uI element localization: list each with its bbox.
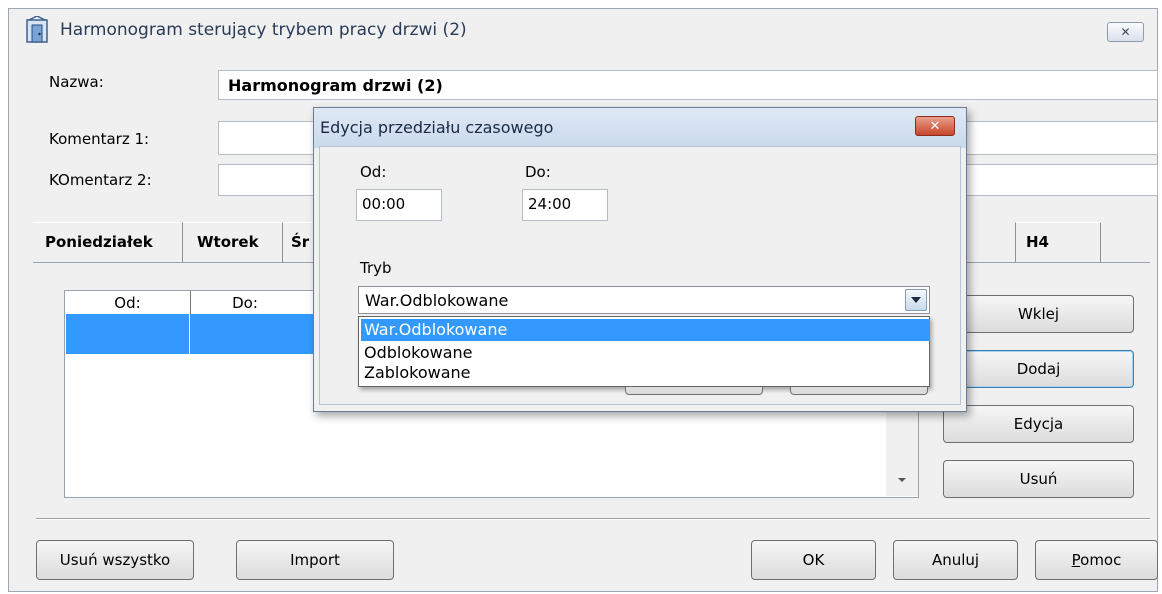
cancel-button[interactable]: Anuluj: [893, 540, 1018, 580]
dialog-from-label: Od:: [360, 163, 387, 181]
dialog-close-button[interactable]: ✕: [915, 116, 955, 136]
row-column-divider: [189, 314, 190, 354]
ok-button[interactable]: OK: [751, 540, 876, 580]
window-title: Harmonogram sterujący trybem pracy drzwi…: [60, 20, 467, 40]
edit-button[interactable]: Edycja: [943, 405, 1134, 443]
dialog-mode-label: Tryb: [360, 259, 392, 277]
delete-all-button[interactable]: Usuń wszystko: [36, 540, 194, 580]
dialog-from-field[interactable]: 00:00: [356, 189, 442, 221]
dialog-to-label: Do:: [525, 163, 551, 181]
door-app-icon: [24, 15, 52, 44]
name-field[interactable]: Harmonogram drzwi (2): [218, 70, 1158, 100]
mode-dropdown-list[interactable]: War.Odblokowane Odblokowane Zablokowane: [358, 316, 930, 387]
dropdown-option-odblokowane[interactable]: Odblokowane: [361, 342, 473, 364]
dialog-title: Edycja przedziału czasowego: [320, 118, 554, 137]
dialog-ok-button[interactable]: [625, 387, 763, 395]
help-mnemonic: P: [1071, 551, 1081, 569]
import-button[interactable]: Import: [236, 540, 394, 580]
bottom-separator: [36, 518, 1150, 520]
help-label-rest: omoc: [1080, 551, 1122, 569]
paste-button[interactable]: Wklej: [943, 295, 1134, 333]
add-button[interactable]: Dodaj: [943, 350, 1134, 388]
window-close-button[interactable]: ✕: [1107, 22, 1144, 42]
mode-combobox-value: War.Odblokowane: [365, 291, 509, 310]
name-label: Nazwa:: [49, 73, 104, 91]
dialog-cancel-button[interactable]: [790, 387, 928, 395]
tab-h4-label: H4: [1015, 222, 1101, 262]
column-header-od[interactable]: Od:: [65, 291, 191, 315]
tab-sroda-label: Śr: [283, 222, 313, 262]
scroll-down-arrow-icon[interactable]: [896, 476, 908, 484]
chevron-down-icon: [911, 297, 921, 303]
delete-button[interactable]: Usuń: [943, 460, 1134, 498]
help-button[interactable]: Pomoc: [1035, 540, 1158, 580]
mode-combobox[interactable]: War.Odblokowane: [358, 286, 930, 314]
mode-dropdown-button[interactable]: [905, 289, 927, 311]
dropdown-option-war-odblokowane[interactable]: War.Odblokowane: [361, 319, 930, 341]
comment2-label: KOmentarz 2:: [49, 171, 152, 189]
column-header-do[interactable]: Do:: [190, 291, 300, 315]
tab-wtorek-label: Wtorek: [183, 222, 283, 262]
name-field-value: Harmonogram drzwi (2): [228, 76, 443, 95]
tab-wtorek[interactable]: Wtorek: [183, 222, 283, 262]
comment1-label: Komentarz 1:: [49, 130, 150, 148]
tab-h4[interactable]: H4: [1015, 222, 1101, 262]
tab-poniedzialek-label: Poniedziałek: [33, 222, 183, 262]
tab-poniedzialek[interactable]: Poniedziałek: [33, 222, 193, 263]
dropdown-option-zablokowane[interactable]: Zablokowane: [361, 362, 471, 384]
tab-sroda[interactable]: Śr: [283, 222, 313, 262]
dialog-to-field[interactable]: 24:00: [522, 189, 608, 221]
